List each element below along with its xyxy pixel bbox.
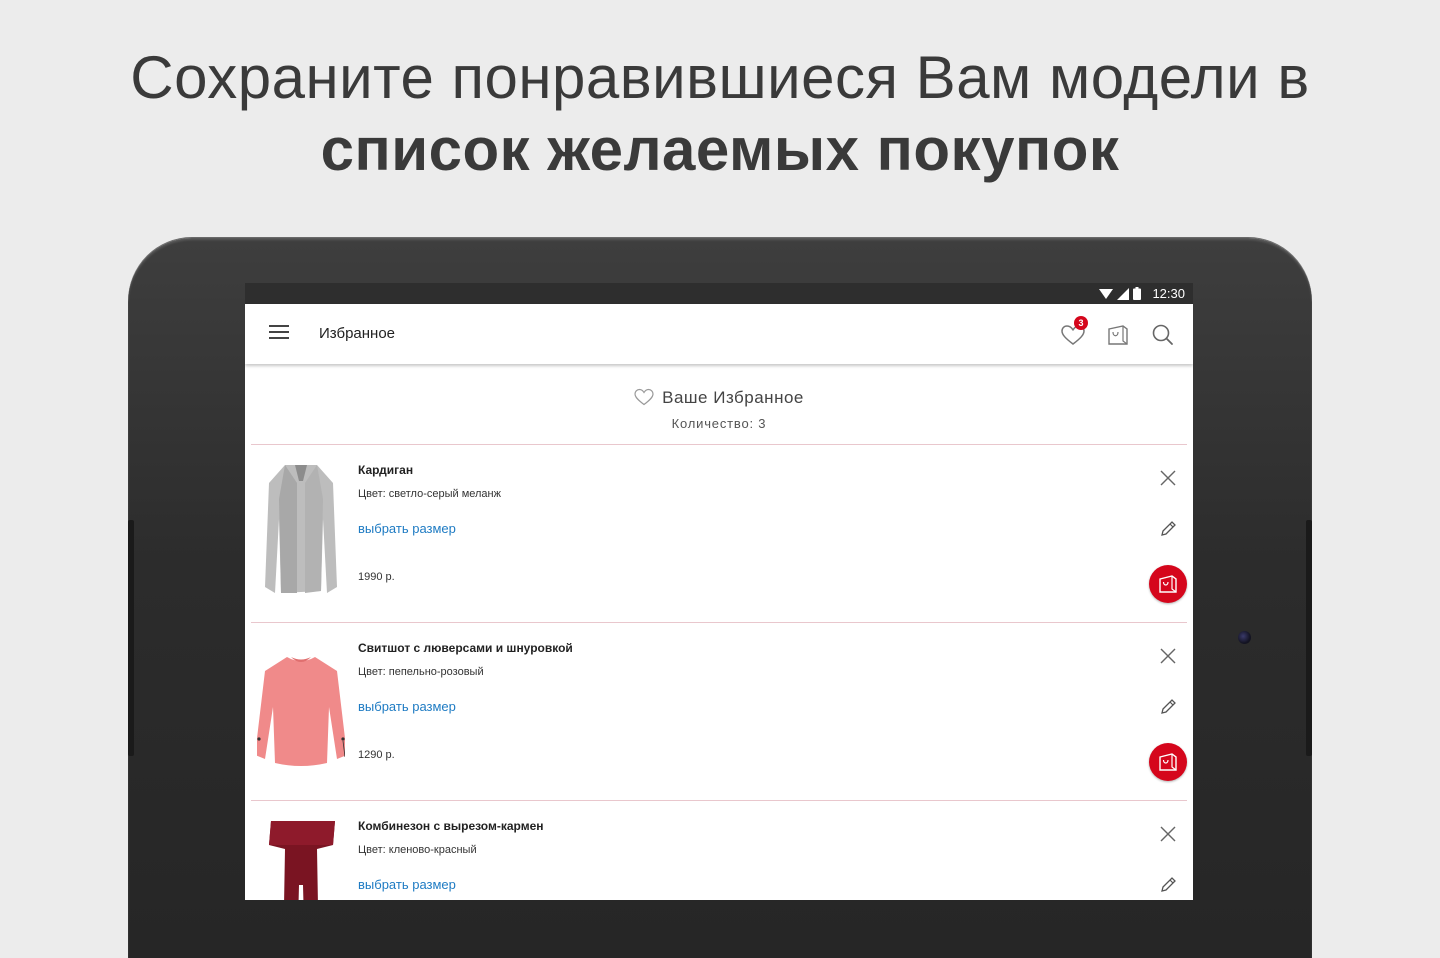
close-icon[interactable] [1159, 469, 1177, 487]
product-color: Цвет: кленово-красный [358, 844, 477, 856]
close-icon[interactable] [1159, 647, 1177, 665]
app-toolbar: Избранное 3 [245, 304, 1193, 364]
wishlist-button[interactable]: 3 [1060, 316, 1088, 348]
pencil-icon[interactable] [1159, 520, 1177, 538]
shopping-bag-icon [1108, 325, 1128, 345]
shopping-bag-icon [1159, 753, 1177, 771]
app-screen: 12:30 Избранное 3 Ваше Избранное Количес… [245, 283, 1193, 900]
promo-headline: Сохраните понравившиеся Вам модели в спи… [0, 42, 1440, 186]
tablet-side-edge-left [128, 520, 134, 756]
status-bar: 12:30 [245, 283, 1193, 304]
wifi-icon [1099, 288, 1113, 299]
status-icons [1099, 287, 1141, 300]
close-icon[interactable] [1159, 825, 1177, 843]
product-color: Цвет: светло-серый меланж [358, 488, 501, 500]
cart-button[interactable] [1105, 322, 1131, 348]
select-size-link[interactable]: выбрать размер [358, 521, 456, 536]
promo-line-2: список желаемых покупок [320, 116, 1120, 183]
favorites-count: Количество: 3 [671, 416, 767, 431]
select-size-link[interactable]: выбрать размер [358, 877, 456, 892]
select-size-link[interactable]: выбрать размер [358, 699, 456, 714]
favorites-title: Ваше Избранное [662, 388, 804, 407]
toolbar-title: Избранное [319, 325, 396, 342]
battery-icon [1133, 287, 1141, 300]
promo-line-1: Сохраните понравившиеся Вам модели в [130, 44, 1310, 111]
camera-icon [1238, 631, 1251, 644]
menu-icon[interactable] [269, 325, 289, 343]
product-name: Комбинезон с вырезом-кармен [358, 819, 544, 833]
product-price: 1990 р. [358, 571, 395, 583]
tablet-side-edge-right [1306, 520, 1312, 756]
add-to-cart-button[interactable] [1149, 743, 1187, 781]
product-name: Свитшот с люверсами и шнуровкой [358, 641, 573, 655]
search-button[interactable] [1150, 322, 1176, 348]
pencil-icon[interactable] [1159, 698, 1177, 716]
list-item: Свитшот с люверсами и шнуровкой Цвет: пе… [251, 623, 1187, 801]
search-icon [1152, 324, 1173, 345]
favorites-header: Ваше Избранное Количество: 3 [251, 364, 1187, 445]
product-image-cardigan[interactable] [257, 459, 345, 607]
list-item: Комбинезон с вырезом-кармен Цвет: кленов… [251, 801, 1187, 900]
wishlist-badge: 3 [1074, 316, 1088, 330]
pencil-icon[interactable] [1159, 876, 1177, 894]
add-to-cart-button[interactable] [1149, 565, 1187, 603]
list-item: Кардиган Цвет: светло-серый меланж выбра… [251, 445, 1187, 623]
product-image-jumpsuit[interactable] [257, 815, 345, 900]
shopping-bag-icon [1159, 575, 1177, 593]
product-image-sweatshirt[interactable] [257, 637, 345, 785]
signal-icon [1117, 287, 1129, 300]
product-color: Цвет: пепельно-розовый [358, 666, 484, 678]
heart-outline-icon [634, 388, 654, 406]
favorites-title-row: Ваше Избранное [251, 388, 1187, 408]
status-clock: 12:30 [1152, 286, 1185, 301]
product-name: Кардиган [358, 463, 414, 477]
product-price: 1290 р. [358, 749, 395, 761]
